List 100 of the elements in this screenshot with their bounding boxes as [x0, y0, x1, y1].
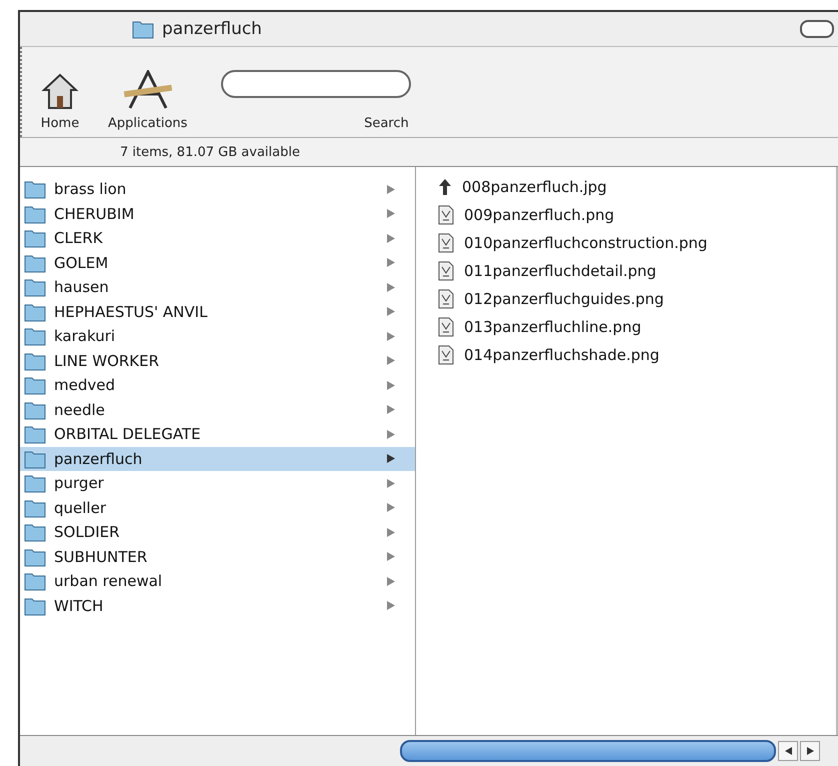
folder-row[interactable]: LINE WORKER — [20, 348, 415, 373]
folder-icon — [24, 571, 46, 592]
folder-icon — [24, 546, 46, 567]
file-row[interactable]: 014panzerfluchshade.png — [438, 341, 836, 369]
disclosure-triangle-icon — [387, 430, 395, 439]
folder-name: urban renewal — [54, 572, 164, 590]
folder-icon — [24, 228, 46, 248]
disclosure-triangle-icon — [387, 503, 395, 512]
search-label: Search — [364, 116, 409, 131]
scroll-left-button[interactable] — [778, 741, 798, 761]
folder-name: hausen — [54, 278, 110, 296]
disclosure-triangle-icon — [387, 405, 395, 414]
folder-row[interactable]: GOLEM — [20, 250, 415, 275]
folder-row[interactable]: SUBHUNTER — [20, 544, 415, 569]
folder-name: SOLDIER — [54, 523, 121, 542]
arrow-up-icon — [438, 178, 452, 196]
folder-icon — [24, 350, 46, 371]
disclosure-triangle-icon — [387, 184, 395, 194]
left-arrow-icon — [784, 747, 792, 755]
folder-icon — [24, 252, 46, 273]
folder-name: GOLEM — [54, 254, 110, 272]
folder-name: panzerfluch — [54, 450, 144, 468]
folder-icon — [24, 473, 46, 494]
folder-row[interactable]: SOLDIER — [20, 520, 415, 544]
search-field[interactable] — [221, 70, 412, 98]
folder-row[interactable]: CLERK — [20, 226, 415, 250]
file-row[interactable]: 009panzerfluch.png — [438, 201, 836, 229]
folder-name: queller — [54, 498, 107, 517]
folder-row[interactable]: medved — [20, 373, 415, 398]
folder-name: ORBITAL DELEGATE — [54, 425, 202, 444]
folder-name: medved — [54, 376, 116, 394]
disclosure-triangle-icon — [387, 356, 395, 366]
disclosure-triangle-icon — [387, 258, 395, 268]
folder-icon — [24, 179, 46, 200]
file-row[interactable]: 008panzerfluch.jpg — [438, 173, 836, 201]
folder-icon — [24, 596, 46, 616]
file-row[interactable]: 012panzerfluchguides.png — [438, 285, 836, 313]
folder-name: brass lion — [54, 180, 128, 198]
folder-icon — [24, 302, 46, 322]
disclosure-triangle-icon — [387, 209, 395, 218]
toolbar-toggle-button[interactable] — [800, 20, 834, 38]
image-file-icon — [438, 233, 454, 253]
folder-name: WITCH — [54, 596, 104, 615]
disclosure-triangle-icon — [387, 454, 395, 464]
folder-icon — [24, 375, 46, 396]
folder-name: karakuri — [54, 327, 116, 346]
folder-name: purger — [54, 474, 105, 492]
disclosure-triangle-icon — [387, 576, 395, 586]
disclosure-triangle-icon — [387, 332, 395, 341]
file-name: 012panzerfluchguides.png — [464, 290, 665, 308]
folder-row[interactable]: karakuri — [20, 324, 415, 348]
folder-row[interactable]: queller — [20, 496, 415, 520]
disclosure-triangle-icon — [387, 380, 395, 390]
file-name: 011panzerfluchdetail.png — [464, 262, 658, 280]
folder-icon — [24, 522, 46, 542]
right-arrow-icon — [806, 747, 814, 755]
file-name: 013panzerfluchline.png — [464, 318, 642, 336]
house-icon — [40, 72, 80, 110]
disclosure-triangle-icon — [387, 528, 395, 537]
file-row[interactable]: 013panzerfluchline.png — [438, 313, 836, 341]
folder-name: LINE WORKER — [54, 352, 160, 370]
toolbar-button[interactable]: Home — [36, 72, 84, 131]
disclosure-triangle-icon — [387, 552, 395, 562]
file-name: 014panzerfluchshade.png — [464, 346, 660, 364]
status-bar: 7 items, 81.07 GB available — [20, 137, 838, 167]
disclosure-triangle-icon — [387, 282, 395, 292]
disclosure-triangle-icon — [387, 601, 395, 610]
image-file-icon — [438, 261, 454, 281]
file-row[interactable]: 011panzerfluchdetail.png — [438, 257, 836, 285]
folder-row[interactable]: hausen — [20, 275, 415, 300]
folder-row[interactable]: urban renewal — [20, 569, 415, 594]
folder-icon — [24, 448, 46, 469]
folder-row[interactable]: WITCH — [20, 594, 415, 618]
folder-icon — [24, 424, 46, 444]
scroll-right-button[interactable] — [800, 741, 820, 761]
folder-icon — [24, 277, 46, 298]
disclosure-triangle-icon — [387, 478, 395, 488]
folder-name: CLERK — [54, 229, 104, 248]
folder-row[interactable]: CHERUBIM — [20, 202, 415, 226]
file-row[interactable]: 010panzerfluchconstruction.png — [438, 229, 836, 257]
folder-icon — [24, 204, 46, 224]
folder-name: needle — [54, 400, 106, 419]
file-name: 010panzerfluchconstruction.png — [464, 234, 708, 252]
disclosure-triangle-icon — [387, 234, 395, 243]
folder-row[interactable]: brass lion — [20, 177, 415, 202]
folder-icon — [24, 498, 46, 518]
folder-name: HEPHAESTUS' ANVIL — [54, 302, 208, 321]
folder-row[interactable]: purger — [20, 471, 415, 496]
toolbar-button[interactable]: Applications — [104, 70, 192, 131]
window-title: panzerfluch — [162, 19, 262, 39]
folder-row[interactable]: HEPHAESTUS' ANVIL — [20, 300, 415, 324]
folder-row[interactable]: ORBITAL DELEGATE — [20, 422, 415, 446]
folder-row[interactable]: needle — [20, 398, 415, 422]
scrollbar-thumb[interactable] — [400, 740, 776, 762]
image-file-icon — [438, 205, 454, 225]
image-file-icon — [438, 345, 454, 365]
file-name: 009panzerfluch.png — [464, 206, 616, 224]
folder-row[interactable]: panzerfluch — [20, 446, 415, 471]
folder-icon — [24, 326, 46, 346]
folder-name: SUBHUNTER — [54, 548, 148, 566]
